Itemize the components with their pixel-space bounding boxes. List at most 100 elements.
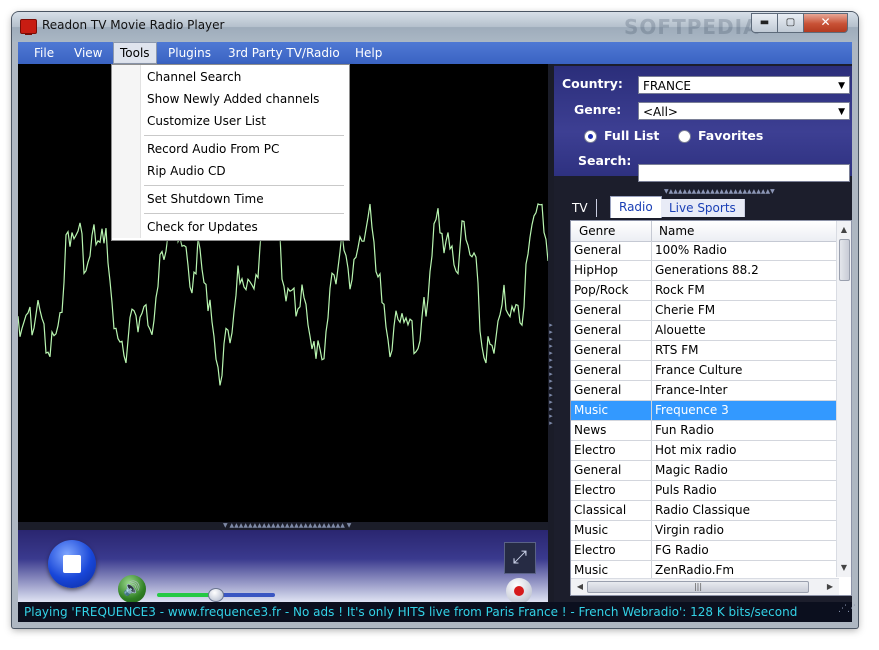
row-genre: General bbox=[574, 323, 622, 337]
menu-3rd-party[interactable]: 3rd Party TV/Radio bbox=[222, 42, 346, 64]
fullscreen-icon: ⤢ bbox=[512, 547, 528, 568]
tab-radio[interactable]: Radio bbox=[610, 196, 662, 218]
status-text: Playing 'FREQUENCE3 - www.frequence3.fr … bbox=[24, 605, 798, 619]
cell-divider bbox=[651, 321, 652, 340]
row-genre: General bbox=[574, 463, 622, 477]
horizontal-scrollbar[interactable]: ◀ ||| ▶ bbox=[571, 578, 839, 595]
row-genre: General bbox=[574, 343, 622, 357]
hscroll-thumb[interactable]: ||| bbox=[587, 581, 809, 593]
table-row[interactable]: General France Culture bbox=[571, 361, 839, 381]
search-input[interactable] bbox=[638, 164, 850, 182]
menu-view[interactable]: View bbox=[68, 42, 108, 64]
table-row[interactable]: General France-Inter bbox=[571, 381, 839, 401]
row-name: Frequence 3 bbox=[655, 403, 729, 417]
record-button[interactable] bbox=[506, 578, 532, 604]
menu-separator bbox=[144, 213, 344, 214]
cell-divider bbox=[651, 361, 652, 380]
vertical-scrollbar[interactable]: ▲ ▼ bbox=[836, 221, 851, 577]
cell-divider bbox=[651, 421, 652, 440]
record-icon bbox=[514, 586, 524, 596]
row-genre: Electro bbox=[574, 483, 616, 497]
genre-select[interactable]: <All> ▼ bbox=[638, 102, 850, 120]
table-row[interactable]: Music Frequence 3 bbox=[571, 401, 839, 421]
window-title: Readon TV Movie Radio Player bbox=[42, 18, 225, 32]
resize-grip-icon[interactable]: ⋰⋰ bbox=[838, 605, 856, 618]
row-genre: Pop/Rock bbox=[574, 283, 629, 297]
row-name: 100% Radio bbox=[655, 243, 727, 257]
scroll-up-icon[interactable]: ▲ bbox=[837, 223, 851, 237]
menu-item-set-shutdown-time[interactable]: Set Shutdown Time bbox=[112, 188, 347, 210]
filter-resize-handle[interactable]: ▼▲▲▲▲▲▲▲▲▲▲▲▲▲▲▲▲▲▲▲▲▲▲▼ bbox=[664, 188, 775, 195]
menu-help[interactable]: Help bbox=[349, 42, 388, 64]
menu-item-check-updates[interactable]: Check for Updates bbox=[112, 216, 347, 238]
stop-button[interactable] bbox=[48, 540, 96, 588]
list-header: Genre Name bbox=[571, 221, 839, 242]
channel-rows: General 100% Radio HipHop Generations 88.2 P… bbox=[571, 241, 839, 581]
column-divider[interactable] bbox=[651, 221, 652, 241]
row-name: FG Radio bbox=[655, 543, 709, 557]
table-row[interactable]: Music Virgin radio bbox=[571, 521, 839, 541]
menu-item-record-audio[interactable]: Record Audio From PC bbox=[112, 138, 347, 160]
menu-item-channel-search[interactable]: Channel Search bbox=[112, 66, 347, 88]
full-list-label[interactable]: Full List bbox=[604, 128, 659, 143]
table-row[interactable]: General Alouette bbox=[571, 321, 839, 341]
table-row[interactable]: Electro Puls Radio bbox=[571, 481, 839, 501]
favorites-radio[interactable] bbox=[678, 130, 691, 143]
scroll-right-icon[interactable]: ▶ bbox=[823, 579, 837, 595]
full-list-radio[interactable] bbox=[584, 130, 597, 143]
menu-item-rip-audio-cd[interactable]: Rip Audio CD bbox=[112, 160, 347, 182]
row-name: Radio Classique bbox=[655, 503, 751, 517]
tools-dropdown-menu: Channel Search Show Newly Added channels… bbox=[111, 64, 350, 241]
table-row[interactable]: Pop/Rock Rock FM bbox=[571, 281, 839, 301]
tab-bar: TV Radio Live Sports bbox=[564, 196, 850, 218]
favorites-label[interactable]: Favorites bbox=[698, 128, 763, 143]
menu-separator bbox=[144, 135, 344, 136]
tab-tv[interactable]: TV bbox=[564, 199, 597, 217]
table-row[interactable]: General RTS FM bbox=[571, 341, 839, 361]
row-genre: Music bbox=[574, 523, 609, 537]
close-button[interactable]: ✕ bbox=[803, 13, 848, 33]
row-name: Puls Radio bbox=[655, 483, 717, 497]
cell-divider bbox=[651, 481, 652, 500]
cell-divider bbox=[651, 441, 652, 460]
row-genre: News bbox=[574, 423, 607, 437]
table-row[interactable]: Electro Hot mix radio bbox=[571, 441, 839, 461]
menu-item-show-newly-added[interactable]: Show Newly Added channels bbox=[112, 88, 347, 110]
table-row[interactable]: Classical Radio Classique bbox=[571, 501, 839, 521]
tv-app-icon bbox=[20, 19, 37, 35]
scroll-down-icon[interactable]: ▼ bbox=[837, 561, 851, 575]
scroll-left-icon[interactable]: ◀ bbox=[573, 579, 587, 595]
menu-tools[interactable]: Tools bbox=[113, 42, 157, 64]
row-name: Rock FM bbox=[655, 283, 705, 297]
column-header-genre[interactable]: Genre bbox=[579, 221, 615, 241]
menu-item-customize-user-list[interactable]: Customize User List bbox=[112, 110, 347, 132]
filter-panel: Country: FRANCE ▼ Genre: <All> ▼ Full Li… bbox=[554, 66, 852, 176]
cell-divider bbox=[651, 541, 652, 560]
menu-plugins[interactable]: Plugins bbox=[162, 42, 217, 64]
menu-file[interactable]: File bbox=[28, 42, 60, 64]
row-name: Magic Radio bbox=[655, 463, 728, 477]
table-row[interactable]: General Magic Radio bbox=[571, 461, 839, 481]
maximize-button[interactable]: ▢ bbox=[777, 13, 804, 33]
minimize-button[interactable]: ▬ bbox=[751, 13, 778, 33]
tab-live-sports[interactable]: Live Sports bbox=[661, 199, 745, 217]
table-row[interactable]: HipHop Generations 88.2 bbox=[571, 261, 839, 281]
channel-list: Genre Name General 100% Radio HipHop Genera… bbox=[570, 220, 852, 596]
table-row[interactable]: Electro FG Radio bbox=[571, 541, 839, 561]
cell-divider bbox=[651, 501, 652, 520]
country-select[interactable]: FRANCE ▼ bbox=[638, 76, 850, 94]
stop-icon bbox=[63, 555, 81, 573]
fullscreen-button[interactable]: ⤢ bbox=[504, 542, 536, 574]
volume-slider-thumb[interactable] bbox=[208, 588, 224, 602]
column-header-name[interactable]: Name bbox=[659, 221, 694, 241]
title-bar[interactable]: Readon TV Movie Radio Player SOFTPEDIA ▬… bbox=[12, 12, 858, 42]
row-genre: Electro bbox=[574, 543, 616, 557]
chevron-down-icon: ▼ bbox=[838, 81, 845, 91]
table-row[interactable]: News Fun Radio bbox=[571, 421, 839, 441]
scroll-thumb[interactable] bbox=[839, 239, 850, 281]
table-row[interactable]: General 100% Radio bbox=[571, 241, 839, 261]
table-row[interactable]: General Cherie FM bbox=[571, 301, 839, 321]
video-resize-handle[interactable]: ▼ ▲▲▲▲▲▲▲▲▲▲▲▲▲▲▲▲▲▲▲▲▲▲▲▲▲ ▼ bbox=[18, 522, 548, 530]
genre-value: <All> bbox=[643, 105, 678, 119]
mute-button[interactable]: 🔊 bbox=[118, 575, 146, 603]
